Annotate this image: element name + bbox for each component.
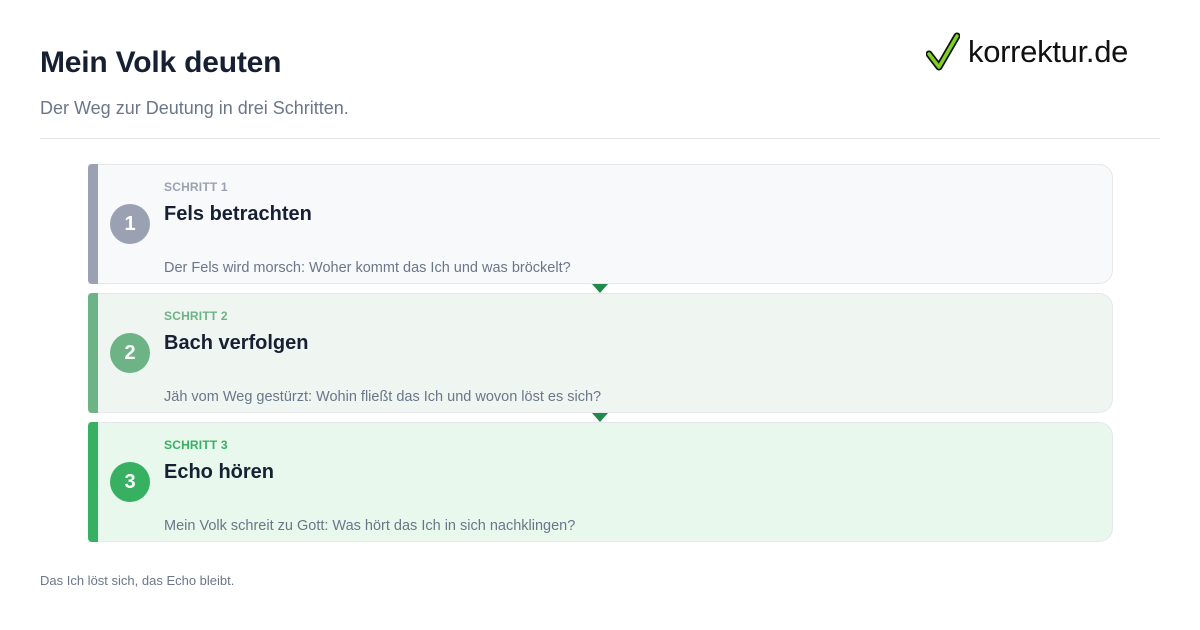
logo-text: korrektur.de bbox=[968, 34, 1129, 69]
step-description: Jäh vom Weg gestürzt: Wohin fließt das I… bbox=[164, 389, 602, 405]
step-kicker: SCHRITT 2 bbox=[164, 309, 228, 323]
step-title: Bach verfolgen bbox=[164, 332, 309, 354]
page: Mein Volk deuten Der Weg zur Deutung in … bbox=[0, 0, 1200, 630]
step-description: Mein Volk schreit zu Gott: Was hört das … bbox=[164, 518, 576, 534]
step-accent-bar bbox=[88, 422, 98, 542]
step-kicker: SCHRITT 1 bbox=[164, 180, 228, 194]
step-title: Fels betrachten bbox=[164, 203, 312, 225]
header-divider bbox=[40, 138, 1160, 139]
step-card-1: 1 SCHRITT 1 Fels betrachten Der Fels wir… bbox=[88, 164, 1113, 293]
step-card-2: 2 SCHRITT 2 Bach verfolgen Jäh vom Weg g… bbox=[88, 293, 1113, 422]
step-card-3: 3 SCHRITT 3 Echo hören Mein Volk schreit… bbox=[88, 422, 1113, 542]
connector-arrow-icon bbox=[592, 284, 608, 293]
checkmark-icon bbox=[926, 32, 960, 71]
step-number-badge: 3 bbox=[110, 462, 150, 502]
steps-list: 1 SCHRITT 1 Fels betrachten Der Fels wir… bbox=[88, 164, 1113, 551]
step-title: Echo hören bbox=[164, 461, 275, 483]
step-number-badge: 1 bbox=[110, 204, 150, 244]
footer-note: Das Ich löst sich, das Echo bleibt. bbox=[40, 573, 235, 588]
step-accent-bar bbox=[88, 164, 98, 284]
step-accent-bar bbox=[88, 293, 98, 413]
page-subtitle: Der Weg zur Deutung in drei Schritten. bbox=[40, 98, 349, 118]
step-number-badge: 2 bbox=[110, 333, 150, 373]
connector-arrow-icon bbox=[592, 413, 608, 422]
step-kicker: SCHRITT 3 bbox=[164, 438, 228, 452]
step-description: Der Fels wird morsch: Woher kommt das Ic… bbox=[164, 260, 571, 276]
logo: korrektur.de bbox=[926, 30, 1128, 74]
